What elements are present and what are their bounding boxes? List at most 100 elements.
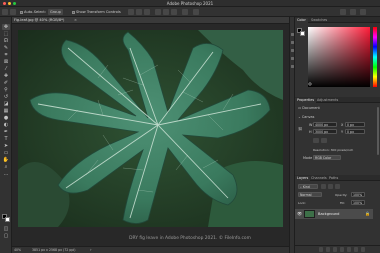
healing-brush-tool-icon[interactable]: ✚ [2,73,10,79]
color-picker-field[interactable] [308,27,370,87]
clone-stamp-tool-icon[interactable]: ⚲ [2,87,10,93]
portrait-orientation-button[interactable] [313,138,319,143]
rectangle-tool-icon[interactable]: ▭ [2,150,10,156]
width-field[interactable]: 4000 px [313,122,337,127]
marquee-tool-icon[interactable]: ⬚ [2,31,10,37]
background-color-swatch[interactable] [5,217,10,222]
gradient-tool-icon[interactable]: ▦ [2,108,10,114]
layers-footer [295,245,380,253]
zoom-tool-icon[interactable]: ⌕ [2,164,10,170]
close-tab-icon[interactable]: × [74,18,77,22]
zoom-level[interactable]: 40% [14,248,21,252]
status-bar: 40% 3851 px x 2568 px (72 ppi) › [12,246,289,253]
move-tool-preset-icon[interactable] [10,9,16,15]
dodge-tool-icon[interactable]: ◐ [2,122,10,128]
status-arrow-icon[interactable]: › [90,247,92,252]
type-tool-icon[interactable]: T [2,136,10,142]
title-bar: Adobe Photoshop 2021 [0,0,380,7]
visibility-eye-icon[interactable]: 👁 [297,211,302,216]
y-field[interactable]: 0 px [345,129,365,134]
eyedropper-tool-icon[interactable]: ⁄ [2,66,10,72]
tab-paths[interactable]: Paths [327,176,340,181]
image-canvas[interactable] [18,30,283,227]
color-panel-background-swatch[interactable] [300,31,305,36]
lasso-tool-icon[interactable]: ᘏ [2,38,10,44]
move-tool-icon[interactable]: ✥ [2,24,10,30]
landscape-orientation-button[interactable] [321,138,327,143]
align-right-icon[interactable] [144,9,150,15]
align-left-icon[interactable] [128,9,134,15]
align-center-icon[interactable] [136,9,142,15]
lock-label: Lock: [298,201,306,205]
filter-type-icon[interactable] [335,184,340,189]
hue-slider[interactable] [373,27,377,87]
layer-row[interactable]: 👁 Background 🔒 [295,209,373,219]
new-group-icon[interactable] [347,247,351,252]
fill-field[interactable]: 100% [351,200,365,205]
canvas-section-header[interactable]: ⌄ Canvas [298,115,314,119]
height-field[interactable]: 3000 px [313,129,337,134]
color-panel-tabs: Color Swatches [295,17,380,23]
quick-select-tool-icon[interactable]: ✎ [2,45,10,51]
show-transform-checkbox[interactable]: Show Transform Controls [72,9,121,15]
tools-panel: ✥ ⬚ ᘏ ✎ ⌗ ⊠ ⁄ ✚ ✐ ⚲ ↺ ◪ ▦ ● ◐ ✒ T ➤ ▭ ✋ … [0,17,12,253]
opacity-field[interactable]: 100% [351,192,365,197]
properties-scrollbar[interactable] [377,107,379,155]
document-row: ▭ Document [298,106,320,110]
3d-mode-icon[interactable] [193,9,199,15]
workspace-icon[interactable] [350,9,356,15]
tab-channels[interactable]: Channels [309,176,329,181]
search-icon[interactable] [340,9,346,15]
align-bottom-icon[interactable] [171,9,177,15]
auto-select-checkbox[interactable]: Auto-Select: [20,9,46,15]
layers-panel-tabs: Layers Channels Paths [295,175,380,181]
tab-properties[interactable]: Properties [295,98,317,103]
path-selection-tool-icon[interactable]: ➤ [2,143,10,149]
link-icon[interactable]: ⛓ [298,127,302,131]
blur-tool-icon[interactable]: ● [2,115,10,121]
blend-mode-dropdown[interactable]: Normal [298,192,322,197]
tab-swatches[interactable]: Swatches [309,18,329,23]
add-mask-icon[interactable] [333,247,337,252]
frame-tool-icon[interactable]: ⊠ [2,59,10,65]
document-label: Document [302,106,320,110]
pen-tool-icon[interactable]: ✒ [2,129,10,135]
document-tab-label: Fig-leaf.jpg @ 40% (RGB/8*) [14,18,65,22]
layer-style-icon[interactable] [326,247,330,252]
document-dimensions: 3851 px x 2568 px (72 ppi) [32,248,76,252]
brush-tool-icon[interactable]: ✐ [2,80,10,86]
auto-select-dropdown[interactable]: Group [48,9,63,15]
mode-dropdown[interactable]: RGB Color [313,155,341,160]
share-icon[interactable] [360,9,366,15]
filter-adjustment-icon[interactable] [328,184,333,189]
filter-pixel-icon[interactable] [321,184,326,189]
checkbox-icon [20,10,23,14]
align-middle-icon[interactable] [163,9,169,15]
home-icon[interactable] [2,9,8,15]
x-field[interactable]: 0 px [345,122,365,127]
layer-thumbnail [304,210,315,218]
right-panel-dock: Color Swatches Properties Adjustments ▭ … [294,17,380,253]
document-window: Fig-leaf.jpg @ 40% (RGB/8*) × 40% 3851 p… [12,17,289,253]
show-transform-label: Show Transform Controls [76,10,121,14]
tab-layers[interactable]: Layers [295,176,311,181]
adjustment-layer-icon[interactable] [340,247,344,252]
history-brush-tool-icon[interactable]: ↺ [2,94,10,100]
crop-tool-icon[interactable]: ⌗ [2,52,10,58]
link-layers-icon[interactable] [319,247,323,252]
hand-tool-icon[interactable]: ✋ [2,157,10,163]
document-tab[interactable]: Fig-leaf.jpg @ 40% (RGB/8*) × [12,17,289,24]
fill-label: Fill: [340,201,346,205]
more-tools-icon[interactable]: … [2,171,10,177]
quick-mask-icon[interactable]: ◫ [2,226,10,232]
delete-layer-icon[interactable] [361,247,365,252]
layer-filter-dropdown[interactable]: ⌕ Kind [298,184,318,189]
new-layer-icon[interactable] [354,247,358,252]
tab-adjustments[interactable]: Adjustments [315,98,340,103]
tab-color[interactable]: Color [295,18,308,23]
eraser-tool-icon[interactable]: ◪ [2,101,10,107]
layer-name[interactable]: Background [318,212,339,216]
lock-icon: 🔒 [365,211,370,216]
align-top-icon[interactable] [155,9,161,15]
more-options-icon[interactable] [182,9,188,15]
